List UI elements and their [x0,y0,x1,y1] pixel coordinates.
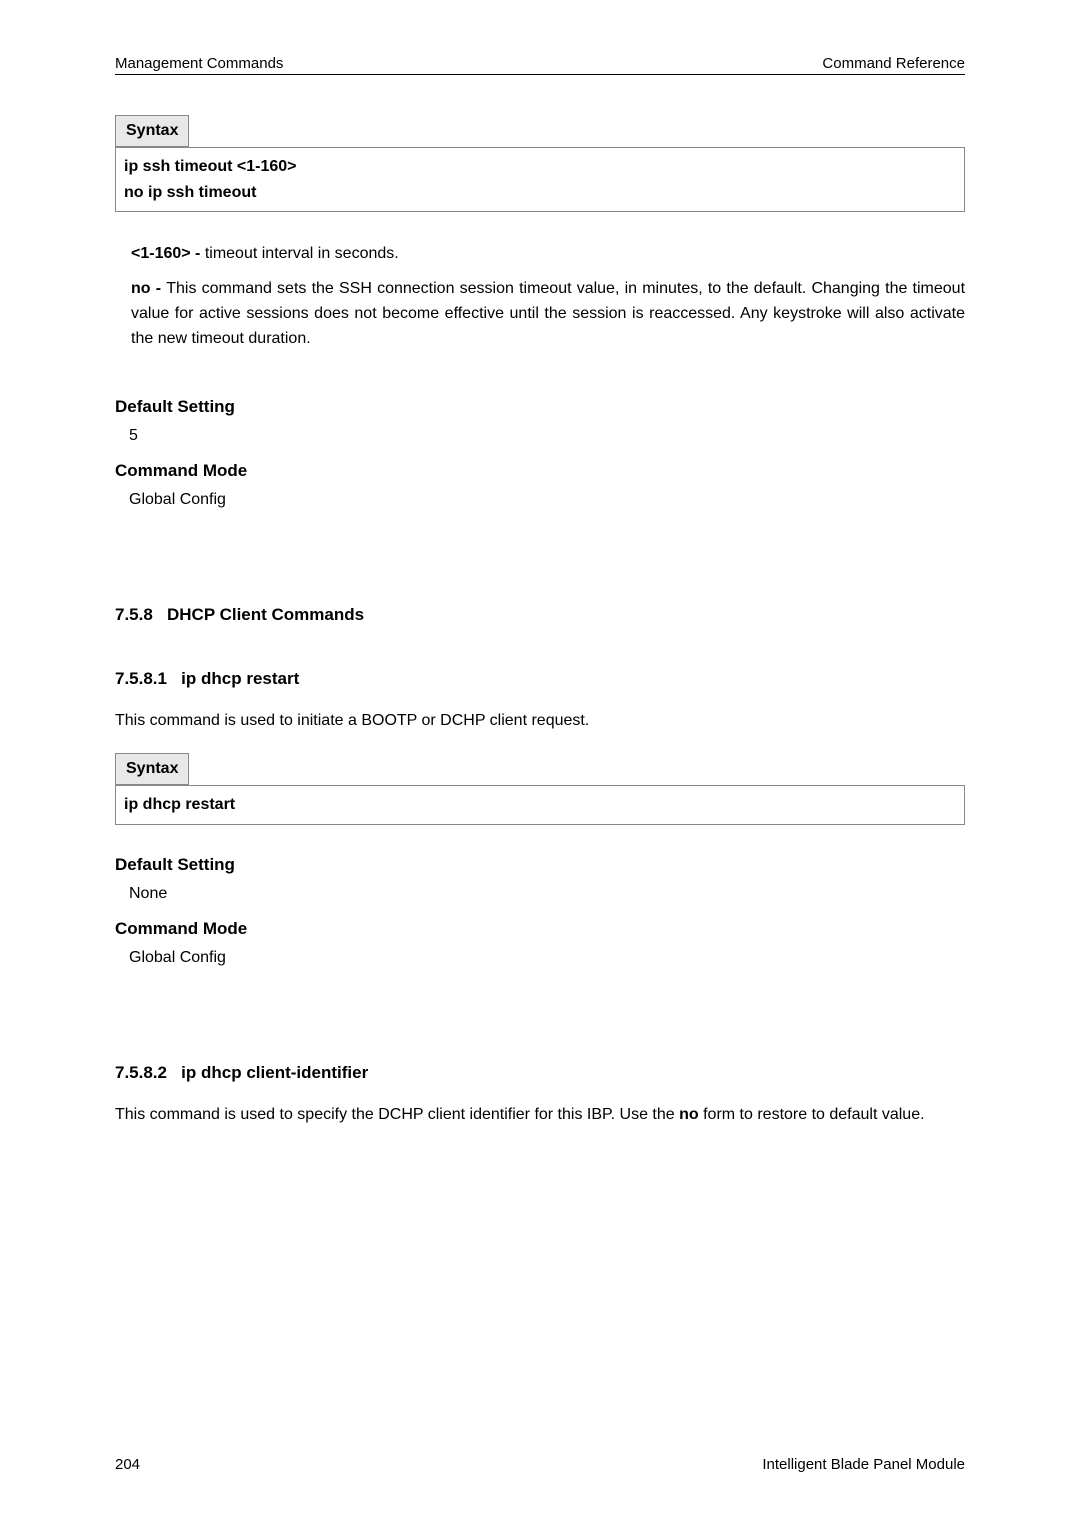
header-right: Command Reference [822,55,965,72]
syntax-line-1a: ip ssh timeout <1-160> [124,154,956,180]
syntax-block-2: Syntax ip dhcp restart [115,753,965,825]
section-7581-desc: This command is used to initiate a BOOTP… [115,709,965,733]
page-header: Management Commands Command Reference [115,55,965,75]
default-heading-1: Default Setting [115,397,965,417]
section-7582-desc: This command is used to specify the DCHP… [115,1103,965,1127]
syntax-box-1: ip ssh timeout <1-160> no ip ssh timeout [115,147,965,212]
footer-title: Intelligent Blade Panel Module [762,1456,965,1473]
syntax-label-1: Syntax [115,115,189,147]
section-7582-desc-post: form to restore to default value. [699,1106,925,1123]
syntax-label-2: Syntax [115,753,189,785]
param-no-text: This command sets the SSH connection ses… [131,280,965,347]
syntax-line-2a: ip dhcp restart [124,792,956,818]
default-value-1: 5 [129,427,965,445]
section-758-title: DHCP Client Commands [167,605,364,624]
mode-value-1: Global Config [129,491,965,509]
param-no: no - This command sets the SSH connectio… [131,277,965,351]
page-footer: 204 Intelligent Blade Panel Module [115,1456,965,1473]
section-7582-title: ip dhcp client-identifier [181,1063,368,1082]
default-heading-2: Default Setting [115,855,965,875]
syntax-block-1: Syntax ip ssh timeout <1-160> no ip ssh … [115,115,965,212]
section-7581-title: ip dhcp restart [181,669,299,688]
section-758-number: 7.5.8 [115,605,153,624]
header-left: Management Commands [115,55,822,72]
param-range-text: timeout interval in seconds. [205,245,399,262]
param-block-1: <1-160> - timeout interval in seconds. n… [131,242,965,351]
section-7582: 7.5.8.2 ip dhcp client-identifier [115,1063,965,1083]
syntax-box-2: ip dhcp restart [115,785,965,825]
syntax-line-1b: no ip ssh timeout [124,180,956,206]
param-range-bold: <1-160> - [131,245,205,262]
section-7582-desc-bold: no [679,1106,699,1123]
mode-value-2: Global Config [129,949,965,967]
section-7582-desc-pre: This command is used to specify the DCHP… [115,1106,679,1123]
section-7582-number: 7.5.8.2 [115,1063,167,1082]
mode-heading-2: Command Mode [115,919,965,939]
section-7581: 7.5.8.1 ip dhcp restart [115,669,965,689]
param-no-bold: no - [131,280,166,297]
default-value-2: None [129,885,965,903]
mode-heading-1: Command Mode [115,461,965,481]
param-range: <1-160> - timeout interval in seconds. [131,242,965,267]
section-758: 7.5.8 DHCP Client Commands [115,605,965,625]
section-7581-number: 7.5.8.1 [115,669,167,688]
footer-page: 204 [115,1456,140,1473]
